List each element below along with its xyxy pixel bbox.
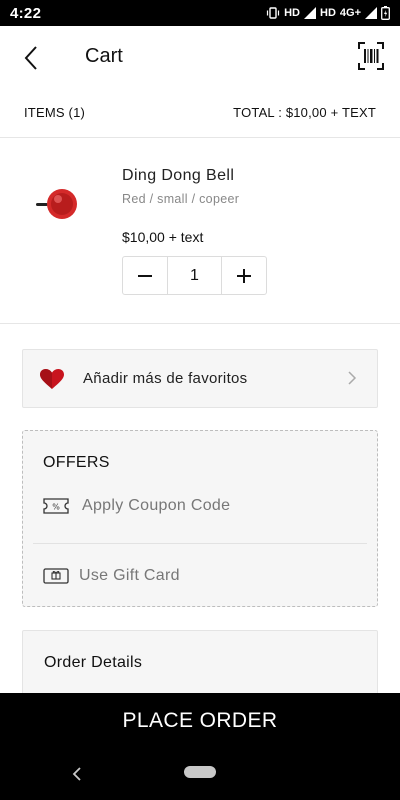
- favorites-label: Añadir más de favoritos: [83, 370, 248, 387]
- chevron-left-icon: [24, 46, 37, 70]
- nav-back-icon: [72, 767, 81, 781]
- hd-badge-2: HD: [320, 7, 336, 19]
- product-price: $10,00 + text: [122, 229, 204, 245]
- cart-summary: ITEMS (1) TOTAL : $10,00 + TEXT: [0, 88, 400, 138]
- system-home-button[interactable]: [184, 766, 216, 778]
- quantity-value[interactable]: 1: [167, 257, 222, 294]
- svg-text:%: %: [52, 503, 60, 512]
- system-back-button[interactable]: [68, 763, 86, 785]
- apply-coupon-button[interactable]: % Apply Coupon Code: [23, 486, 377, 526]
- use-gift-card-button[interactable]: Use Gift Card: [23, 556, 377, 596]
- items-count: ITEMS (1): [24, 105, 86, 120]
- add-favorites-row[interactable]: Añadir más de favoritos: [22, 349, 378, 408]
- cart-total: TOTAL : $10,00 + TEXT: [233, 105, 376, 120]
- coupon-icon: %: [43, 498, 69, 514]
- status-bar: 4:22 HD HD 4G+: [0, 0, 400, 26]
- gift-card-label: Use Gift Card: [79, 567, 180, 584]
- status-indicators: HD HD 4G+: [266, 6, 390, 20]
- quantity-stepper: 1: [122, 256, 267, 295]
- signal-icon-2: [365, 7, 377, 19]
- bell-image: [36, 189, 77, 219]
- scan-button[interactable]: [358, 42, 384, 70]
- order-details-panel: Order Details: [22, 630, 378, 700]
- status-time: 4:22: [10, 4, 42, 22]
- barcode-scan-icon: [358, 42, 384, 70]
- offers-title: OFFERS: [43, 454, 110, 471]
- plus-icon: [237, 268, 251, 283]
- offers-divider: [33, 543, 367, 544]
- hd-badge: HD: [284, 7, 300, 19]
- heart-icon: [40, 369, 64, 389]
- signal-icon: [304, 7, 316, 19]
- minus-icon: [138, 274, 152, 277]
- system-nav-bar: [0, 749, 400, 800]
- offers-panel: OFFERS % Apply Coupon Code Use Gift Card: [22, 430, 378, 607]
- battery-icon: [381, 6, 390, 20]
- coupon-label: Apply Coupon Code: [82, 497, 231, 514]
- increase-quantity-button[interactable]: [222, 257, 266, 294]
- product-name[interactable]: Ding Dong Bell: [122, 167, 234, 185]
- order-details-title: Order Details: [44, 654, 143, 671]
- product-variant: Red / small / copeer: [122, 192, 240, 206]
- page-title: Cart: [85, 45, 123, 67]
- back-button[interactable]: [18, 44, 44, 72]
- gift-card-icon: [43, 568, 69, 584]
- network-type: 4G+: [339, 7, 361, 19]
- cart-item: Ding Dong Bell Red / small / copeer $10,…: [0, 139, 400, 324]
- chevron-right-icon: [348, 371, 357, 385]
- app-header: Cart: [0, 26, 400, 88]
- product-image[interactable]: [34, 184, 82, 224]
- vibrate-icon: [267, 7, 280, 19]
- decrease-quantity-button[interactable]: [123, 257, 167, 294]
- place-order-button[interactable]: PLACE ORDER: [0, 693, 400, 749]
